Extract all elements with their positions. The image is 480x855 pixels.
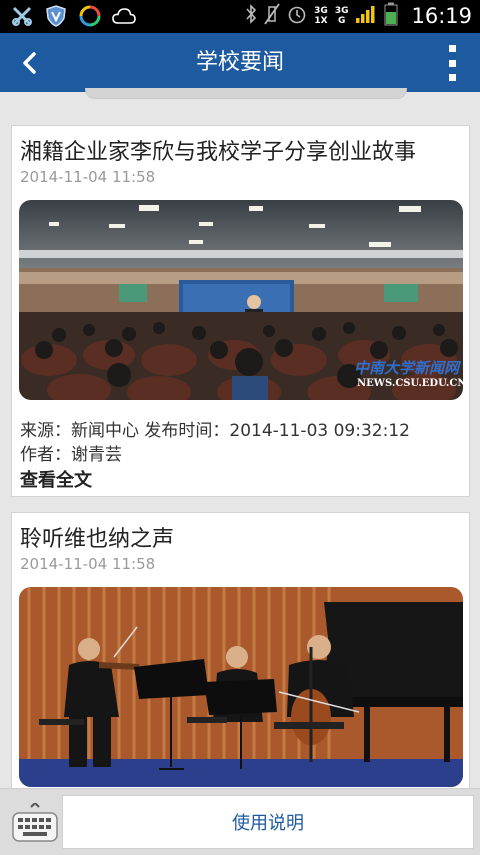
news-card[interactable]: 聆听维也纳之声 2014-11-04 11:58 [11, 512, 470, 814]
alarm-icon [287, 4, 307, 28]
help-button[interactable]: 使用说明 [62, 795, 474, 849]
overflow-menu-button[interactable] [446, 45, 458, 81]
cloud-icon [112, 5, 136, 27]
bluetooth-icon [245, 4, 257, 28]
pull-handle [85, 88, 407, 99]
bottom-bar: 使用说明 [0, 788, 480, 855]
news-source-line: 来源：新闻中心 发布时间：2014-11-03 09:32:12 [20, 421, 410, 441]
keyboard-toggle-button[interactable] [10, 799, 60, 847]
menu-dot [448, 74, 456, 81]
read-more-link[interactable]: 查看全文 [20, 466, 92, 492]
news-date: 2014-11-04 11:58 [20, 168, 156, 186]
app-header: 学校要闻 [0, 33, 480, 92]
sync-icon [78, 5, 102, 27]
battery-icon [384, 2, 398, 30]
status-bar: 3G 1X 3G G 16:19 [0, 0, 480, 33]
news-author-line: 作者：谢青芸 [20, 445, 122, 465]
shield-icon [44, 5, 68, 27]
clock: 16:19 [411, 4, 472, 28]
keyboard-icon [12, 803, 58, 842]
chevron-left-icon [23, 52, 36, 74]
menu-dot [448, 45, 456, 52]
news-photo-lecture-hall[interactable]: 中南大学新闻网 NEWS.CSU.EDU.CN [19, 200, 463, 400]
usb-debug-icon [10, 5, 34, 27]
photo-watermark-en: NEWS.CSU.EDU.CN [357, 378, 463, 389]
network-type-2: 3G G [334, 6, 349, 26]
news-card[interactable]: 湘籍企业家李欣与我校学子分享创业故事 2014-11-04 11:58 中南大学… [11, 125, 470, 497]
back-button[interactable] [16, 49, 42, 77]
photo-watermark-cn: 中南大学新闻网 [354, 359, 462, 377]
news-date: 2014-11-04 11:58 [20, 555, 156, 573]
mute-icon [264, 3, 280, 29]
signal-icon [355, 4, 377, 28]
news-title[interactable]: 聆听维也纳之声 [20, 521, 174, 553]
news-title[interactable]: 湘籍企业家李欣与我校学子分享创业故事 [20, 134, 416, 166]
menu-dot [448, 59, 456, 67]
network-type-1: 3G 1X [314, 6, 328, 26]
page-title: 学校要闻 [195, 50, 284, 75]
news-photo-concert[interactable] [19, 587, 463, 787]
